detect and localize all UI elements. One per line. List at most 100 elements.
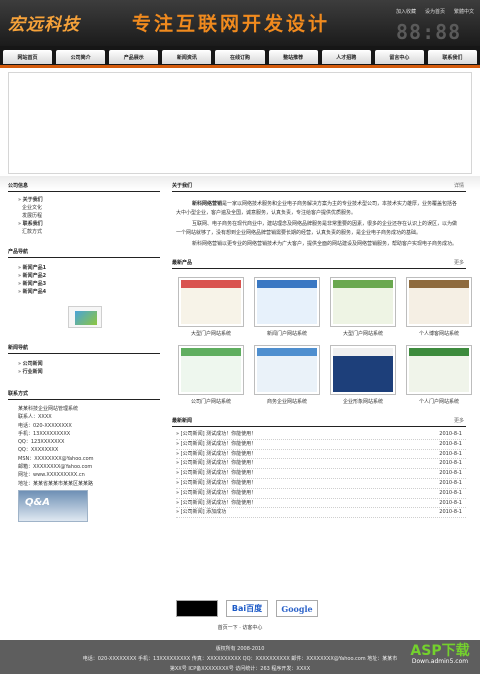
nav-order[interactable]: 在线订购 <box>215 50 265 64</box>
sidebar-item-contact[interactable]: 联系我们 <box>18 220 160 228</box>
news-row-title[interactable]: [公司新闻] 添加成功 <box>176 508 227 517</box>
sidebar-item-payment[interactable]: 汇款方式 <box>18 228 160 236</box>
news-row-title[interactable]: [公司新闻] 测试成功！你能使用！ <box>176 430 257 439</box>
sidebar-item-culture[interactable]: 企业文化 <box>18 204 160 212</box>
nav-about[interactable]: 公司简介 <box>56 50 106 64</box>
news-row-title[interactable]: [公司新闻] 测试成功！你能使用！ <box>176 450 257 459</box>
friend-links: Bai百度 Google <box>176 600 318 617</box>
friend-link-black[interactable] <box>176 600 218 617</box>
site-logo[interactable]: 宏远科技 <box>8 10 80 35</box>
contact-qq: QQ：123XXXXXXX <box>18 439 65 446</box>
nav-news[interactable]: 新闻资讯 <box>162 50 212 64</box>
news-row[interactable]: [公司新闻] 测试成功！你能使用！ 2010-8-1 <box>176 459 466 470</box>
nav-recommend[interactable]: 整站推荐 <box>268 50 318 64</box>
sidebar-item-about[interactable]: 关于我们 <box>18 196 160 204</box>
set-homepage-link[interactable]: 设为首页 <box>425 8 445 15</box>
about-title-text: 关于我们 <box>172 183 193 189</box>
qa-banner[interactable]: Q&A <box>18 489 88 522</box>
company-info-list: 关于我们 企业文化 发展历程 联系我们 汇款方式 <box>8 192 160 236</box>
nav-guestbook[interactable]: 留言中心 <box>374 50 424 64</box>
product-caption[interactable]: 新闻门户网站系统 <box>254 330 320 337</box>
contact-qq2: QQ：XXXXXXXX <box>18 447 59 454</box>
product-image[interactable] <box>178 345 244 396</box>
watermark-name: ASP下载 <box>410 643 470 659</box>
traditional-chinese-link[interactable]: 繁體中文 <box>454 8 474 15</box>
add-favorite-link[interactable]: 加入收藏 <box>396 8 416 15</box>
about-paragraph-3: 新科网络营销以更专业的网络营销技术为广大客户，提供全面的网站建设及网络营销服务，… <box>192 240 458 247</box>
product-thumb[interactable]: 公司门户网站系统 <box>178 345 244 405</box>
product-image[interactable] <box>330 277 396 328</box>
product-thumb[interactable]: 个人门户网站系统 <box>406 345 472 405</box>
product-thumb[interactable]: 企业形象网站系统 <box>330 345 396 405</box>
contact-website[interactable]: 网址：www.XXXXXXXXX.cn <box>18 471 160 479</box>
product-image[interactable] <box>406 345 472 396</box>
news-title-text: 最新新闻 <box>172 418 193 425</box>
news-row[interactable]: [公司新闻] 测试成功！你能使用！ 2010-8-1 <box>176 450 466 460</box>
news-row[interactable]: [公司新闻] 测试成功！你能使用！ 2010-8-1 <box>176 499 466 509</box>
product-nav-item[interactable]: 新闻产品1 <box>18 264 160 272</box>
product-thumb[interactable]: 个人博客网站系统 <box>406 277 472 337</box>
news-row[interactable]: [公司新闻] 测试成功！你能使用！ 2010-8-1 <box>176 489 466 499</box>
news-row-title[interactable]: [公司新闻] 测试成功！你能使用！ <box>176 489 257 498</box>
news-row-date: 2010-8-1 <box>439 509 462 516</box>
news-row-title[interactable]: [公司新闻] 测试成功！你能使用！ <box>176 440 257 449</box>
main-nav: 网站首页 公司简介 产品展示 新闻资讯 在线订购 整站推荐 人才招聘 留言中心 … <box>0 46 480 68</box>
news-row[interactable]: [公司新闻] 测试成功！你能使用！ 2010-8-1 <box>176 479 466 489</box>
product-image[interactable] <box>178 277 244 328</box>
product-caption[interactable]: 公司门户网站系统 <box>178 398 244 405</box>
news-nav-list: 公司新闻 行业新闻 <box>8 354 160 376</box>
contact-msn: MSN：XXXXXXXX@Yahoo.com <box>18 455 94 462</box>
contact-info: 某某科技企业网站管理系统 联系人：XXXX 电话：020-XXXXXXXX 手机… <box>8 400 160 488</box>
footer-nav[interactable]: 首页一下 · 访客中心 <box>0 624 480 631</box>
digital-clock: 88:88 <box>396 20 462 44</box>
product-thumb[interactable]: 大型门户网站系统 <box>178 277 244 337</box>
product-image[interactable] <box>254 277 320 328</box>
product-thumb[interactable]: 新闻门户网站系统 <box>254 277 320 337</box>
news-nav-item-industry[interactable]: 行业新闻 <box>18 368 160 376</box>
product-caption[interactable]: 大型门户网站系统 <box>330 330 396 337</box>
product-caption[interactable]: 个人门户网站系统 <box>406 398 472 405</box>
news-row[interactable]: [公司新闻] 添加成功 2010-8-1 <box>176 508 466 519</box>
nav-home[interactable]: 网站首页 <box>3 50 53 64</box>
product-caption[interactable]: 企业形象网站系统 <box>330 398 396 405</box>
contact-person: 联系人：XXXX <box>18 414 52 421</box>
news-row-title[interactable]: [公司新闻] 测试成功！你能使用！ <box>176 469 257 478</box>
product-image[interactable] <box>254 345 320 396</box>
product-nav-item[interactable]: 新闻产品4 <box>18 288 160 296</box>
news-row-title[interactable]: [公司新闻] 测试成功！你能使用！ <box>176 499 257 508</box>
banner-area <box>8 72 472 174</box>
news-row[interactable]: [公司新闻] 测试成功！你能使用！ 2010-8-1 <box>176 469 466 480</box>
nav-products[interactable]: 产品展示 <box>109 50 159 64</box>
product-caption[interactable]: 大型门户网站系统 <box>178 330 244 337</box>
watermark: ASP下载 Down.admin5.com <box>406 640 474 674</box>
products-more-link[interactable]: 更多 <box>454 257 464 269</box>
baidu-link[interactable]: Bai百度 <box>226 600 268 617</box>
product-caption[interactable]: 商务企业网站系统 <box>254 398 320 405</box>
nav-jobs[interactable]: 人才招聘 <box>321 50 371 64</box>
news-row[interactable]: [公司新闻] 测试成功！你能使用！ 2010-8-1 <box>176 440 466 450</box>
product-nav-item[interactable]: 新闻产品2 <box>18 272 160 280</box>
google-link[interactable]: Google <box>276 600 318 617</box>
news-row-date: 2010-8-1 <box>439 499 462 506</box>
about-company-name: 新科网络营销 <box>192 201 223 207</box>
product-caption[interactable]: 个人博客网站系统 <box>406 330 472 337</box>
product-image[interactable] <box>406 277 472 328</box>
news-row[interactable]: [公司新闻] 测试成功！你能使用！ 2010-8-1 <box>176 430 466 440</box>
main-content: 关于我们 详情 新科网络营销是一家以网络技术服务和企业电子商务解决方案为主的专业… <box>172 180 472 519</box>
product-image[interactable] <box>330 345 396 396</box>
product-thumb[interactable]: 商务企业网站系统 <box>254 345 320 405</box>
about-more-link[interactable]: 详情 <box>454 180 464 192</box>
product-nav-item[interactable]: 新闻产品3 <box>18 280 160 288</box>
news-row-date: 2010-8-1 <box>439 470 462 477</box>
news-row-title[interactable]: [公司新闻] 测试成功！你能使用！ <box>176 479 257 488</box>
left-sidebar: 公司信息 关于我们 企业文化 发展历程 联系我们 汇款方式 产品导航 新闻产品1… <box>8 180 160 522</box>
site-slogan: 专注互联网开发设计 <box>132 13 331 35</box>
news-list: [公司新闻] 测试成功！你能使用！ 2010-8-1 [公司新闻] 测试成功！你能使… <box>172 427 466 519</box>
news-row-title[interactable]: [公司新闻] 测试成功！你能使用！ <box>176 459 257 468</box>
nav-contact[interactable]: 联系我们 <box>427 50 477 64</box>
sidebar-item-history[interactable]: 发展历程 <box>18 212 160 220</box>
news-more-link[interactable]: 更多 <box>454 415 464 427</box>
news-nav-item-company[interactable]: 公司新闻 <box>18 360 160 368</box>
contact-title: 联系方式 <box>8 388 160 400</box>
product-thumb[interactable]: 大型门户网站系统 <box>330 277 396 337</box>
